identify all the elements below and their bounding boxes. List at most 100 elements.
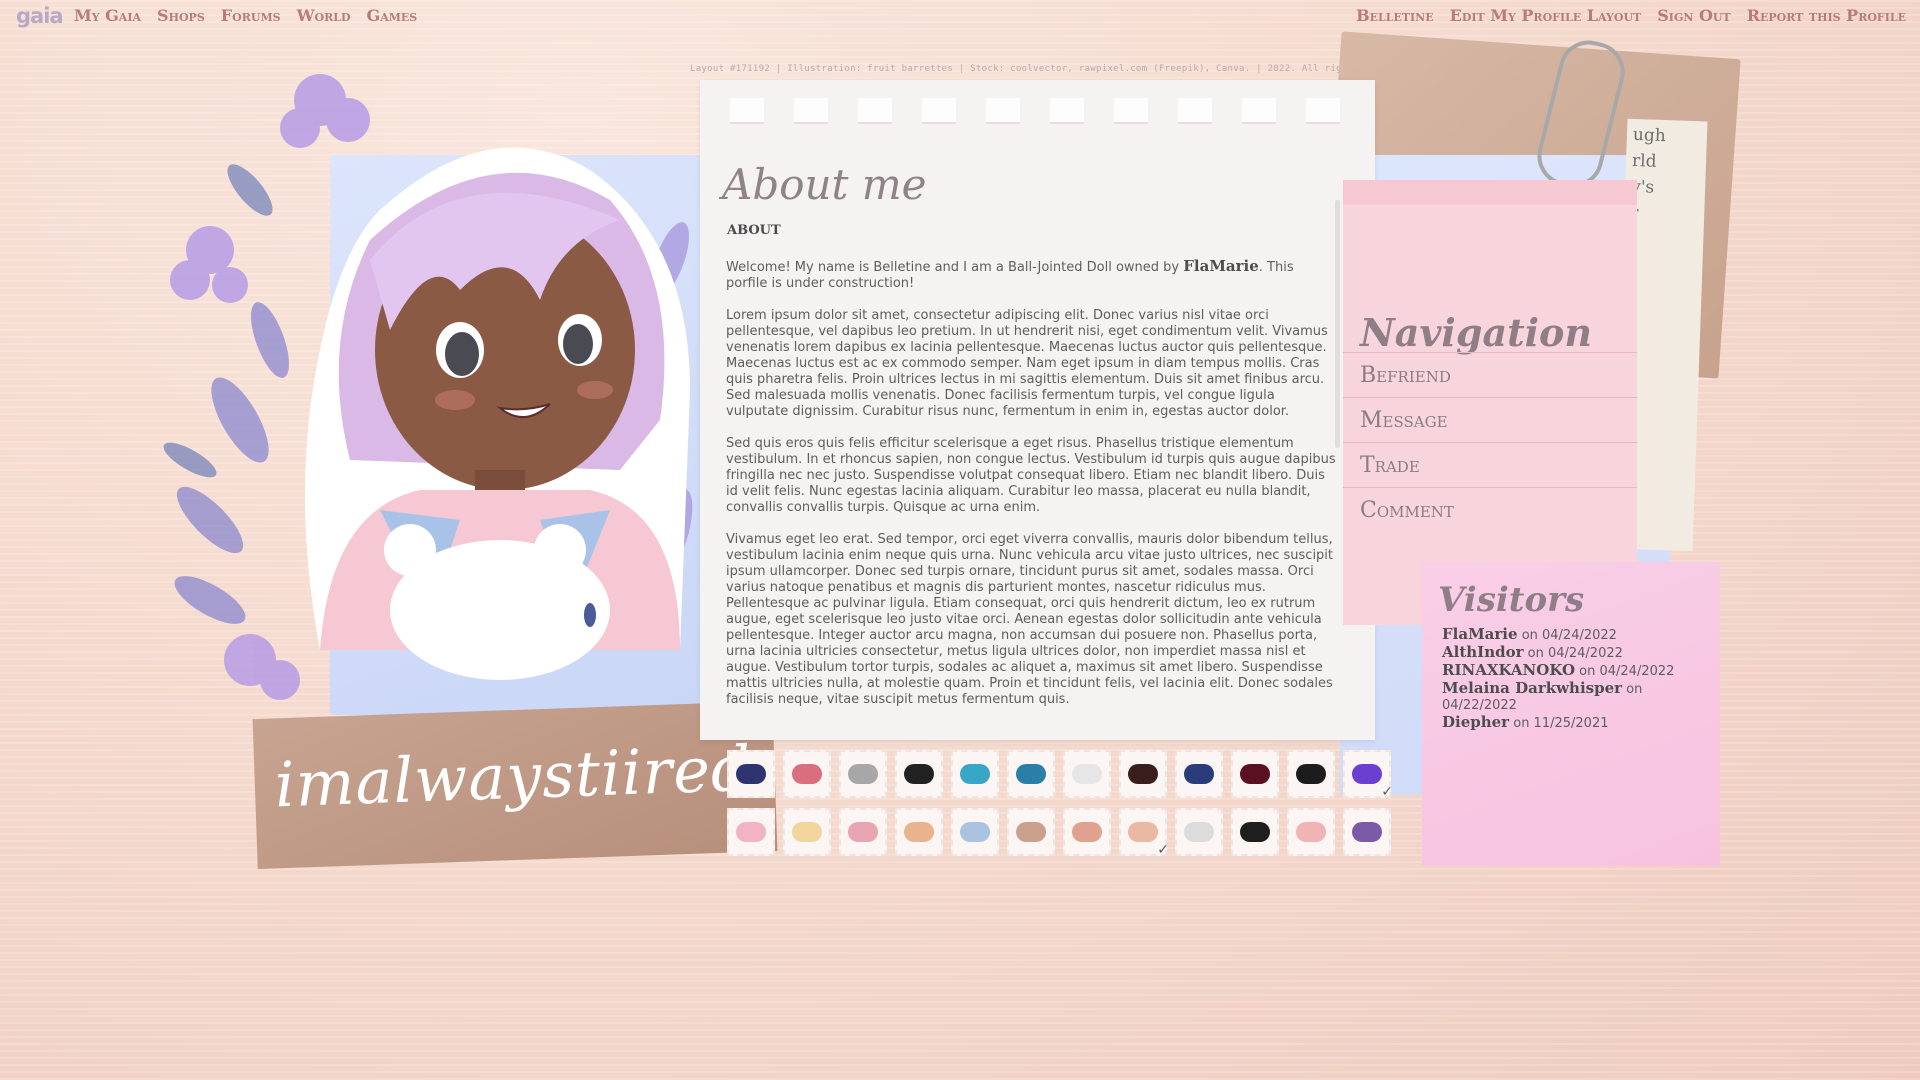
- notebook-hole: [1050, 98, 1084, 124]
- about-paragraph: Sed quis eros quis felis efficitur scele…: [726, 436, 1336, 515]
- gold-crown-icon: [792, 822, 822, 842]
- item-slot[interactable]: [1007, 808, 1055, 856]
- nav-left: My Gaia Shops Forums World Games: [74, 6, 417, 25]
- pink-glasses-icon: [792, 764, 822, 784]
- checkmark-icon: ✓: [1381, 784, 1393, 800]
- item-slot[interactable]: [895, 808, 943, 856]
- item-slot[interactable]: [895, 750, 943, 798]
- about-scrollbar[interactable]: [1335, 200, 1340, 448]
- visitor-entry: Melaina Darkwhisper on 04/22/2022: [1442, 680, 1702, 714]
- navy-glasses-icon: [736, 764, 766, 784]
- doll-hand-icon: [904, 822, 934, 842]
- black-wings-icon: [1240, 822, 1270, 842]
- notebook-hole: [986, 98, 1020, 124]
- nav-link-shops[interactable]: Shops: [157, 6, 205, 25]
- item-slot[interactable]: [1343, 808, 1391, 856]
- item-slot[interactable]: [1287, 808, 1335, 856]
- layout-credits: Layout #171192 | Illustration: fruit bar…: [690, 64, 1417, 74]
- visitor-name[interactable]: RINAXKANOKO: [1442, 661, 1575, 679]
- nav-right: Belletine Edit My Profile Layout Sign Ou…: [1356, 6, 1906, 25]
- visitor-name[interactable]: AlthIndor: [1442, 643, 1524, 661]
- purple-hair-icon: [1352, 764, 1382, 784]
- about-intro-text: Welcome! My name is Belletine and I am a…: [726, 260, 1184, 275]
- red-black-outfit-icon: [1240, 764, 1270, 784]
- doll-arm-icon: [1016, 822, 1046, 842]
- item-slot[interactable]: [839, 808, 887, 856]
- item-slot[interactable]: [783, 750, 831, 798]
- blue-overalls-icon: [1184, 764, 1214, 784]
- equipped-items-grid: ✓ ✓: [727, 750, 1393, 858]
- username-banner: imalwaystiired: [252, 700, 778, 870]
- item-slot[interactable]: [951, 750, 999, 798]
- notebook-hole: [1178, 98, 1212, 124]
- black-glasses-icon: [904, 764, 934, 784]
- item-slot[interactable]: [1175, 750, 1223, 798]
- banner-username: imalwaystiired: [273, 731, 753, 822]
- about-paragraph: Vivamus eget leo erat. Sed tempor, orci …: [726, 532, 1334, 707]
- visitor-date: on 04/24/2022: [1579, 664, 1675, 679]
- visitor-name[interactable]: Melaina Darkwhisper: [1442, 679, 1622, 697]
- purple-hat-icon: [1352, 822, 1382, 842]
- item-slot[interactable]: ✓: [1343, 750, 1393, 800]
- beach-scene-icon: [960, 764, 990, 784]
- item-slot[interactable]: [727, 750, 775, 798]
- visitor-list: FlaMarie on 04/24/2022 AlthIndor on 04/2…: [1442, 626, 1702, 732]
- about-paragraph: Lorem ipsum dolor sit amet, consectetur …: [726, 308, 1328, 419]
- item-slot[interactable]: [839, 750, 887, 798]
- notebook-hole: [1306, 98, 1340, 124]
- notebook-hole: [858, 98, 892, 124]
- visitor-date: on 04/24/2022: [1527, 646, 1623, 661]
- gaia-logo[interactable]: gaia: [16, 4, 64, 28]
- nav-link-sign-out[interactable]: Sign Out: [1657, 6, 1730, 25]
- item-slot[interactable]: [1063, 750, 1111, 798]
- pink-sweater-icon: [848, 822, 878, 842]
- nav-link-my-gaia[interactable]: My Gaia: [74, 6, 141, 25]
- blue-jacket-icon: [960, 822, 990, 842]
- visitors-panel: Visitors FlaMarie on 04/24/2022 AlthIndo…: [1422, 562, 1720, 866]
- item-slot[interactable]: [1119, 750, 1167, 798]
- nav-link-games[interactable]: Games: [367, 6, 418, 25]
- owner-link[interactable]: FlaMarie: [1183, 258, 1259, 275]
- nav-link-forums[interactable]: Forums: [221, 6, 281, 25]
- checkmark-icon: ✓: [1157, 842, 1169, 858]
- item-slot[interactable]: [727, 808, 775, 856]
- about-panel: About me ABOUT Welcome! My name is Belle…: [700, 80, 1375, 740]
- item-slot[interactable]: [783, 808, 831, 856]
- visitor-entry: AlthIndor on 04/24/2022: [1442, 644, 1702, 662]
- notebook-holes: [730, 98, 1340, 124]
- visitor-entry: Diepher on 11/25/2021: [1442, 714, 1702, 732]
- nav-link-username[interactable]: Belletine: [1356, 6, 1434, 25]
- befriend-link[interactable]: Befriend: [1343, 352, 1637, 397]
- notebook-hole: [1114, 98, 1148, 124]
- item-slot[interactable]: [1007, 750, 1055, 798]
- item-slot[interactable]: [951, 808, 999, 856]
- pink-wings-icon: [1296, 822, 1326, 842]
- dark-dress-icon: [1128, 764, 1158, 784]
- item-slot[interactable]: [1231, 808, 1279, 856]
- item-slot[interactable]: ✓: [1119, 808, 1169, 858]
- item-slot[interactable]: [1063, 808, 1111, 856]
- message-link[interactable]: Message: [1343, 397, 1637, 442]
- notebook-hole: [730, 98, 764, 124]
- visitor-name[interactable]: FlaMarie: [1442, 625, 1518, 643]
- top-nav-bar: gaia My Gaia Shops Forums World Games Be…: [0, 0, 1920, 32]
- nav-link-world[interactable]: World: [297, 6, 351, 25]
- about-title: About me: [722, 160, 927, 209]
- navigation-list: Befriend Message Trade Comment: [1343, 352, 1637, 532]
- visitor-date: on 04/24/2022: [1521, 628, 1617, 643]
- item-slot[interactable]: [1287, 750, 1335, 798]
- comment-link[interactable]: Comment: [1343, 487, 1637, 532]
- notebook-hole: [1242, 98, 1276, 124]
- about-text-scroll[interactable]: Welcome! My name is Belletine and I am a…: [726, 258, 1336, 803]
- nav-link-report-profile[interactable]: Report this Profile: [1747, 6, 1906, 25]
- item-slot[interactable]: [1231, 750, 1279, 798]
- trade-link[interactable]: Trade: [1343, 442, 1637, 487]
- character-illustration: [305, 147, 690, 680]
- item-slot[interactable]: [1175, 808, 1223, 856]
- pink-flower-icon: [736, 822, 766, 842]
- visitor-date: on 11/25/2021: [1513, 716, 1609, 731]
- visitor-name[interactable]: Diepher: [1442, 713, 1509, 731]
- notebook-hole: [794, 98, 828, 124]
- nav-link-edit-layout[interactable]: Edit My Profile Layout: [1450, 6, 1642, 25]
- visitor-entry: RINAXKANOKO on 04/24/2022: [1442, 662, 1702, 680]
